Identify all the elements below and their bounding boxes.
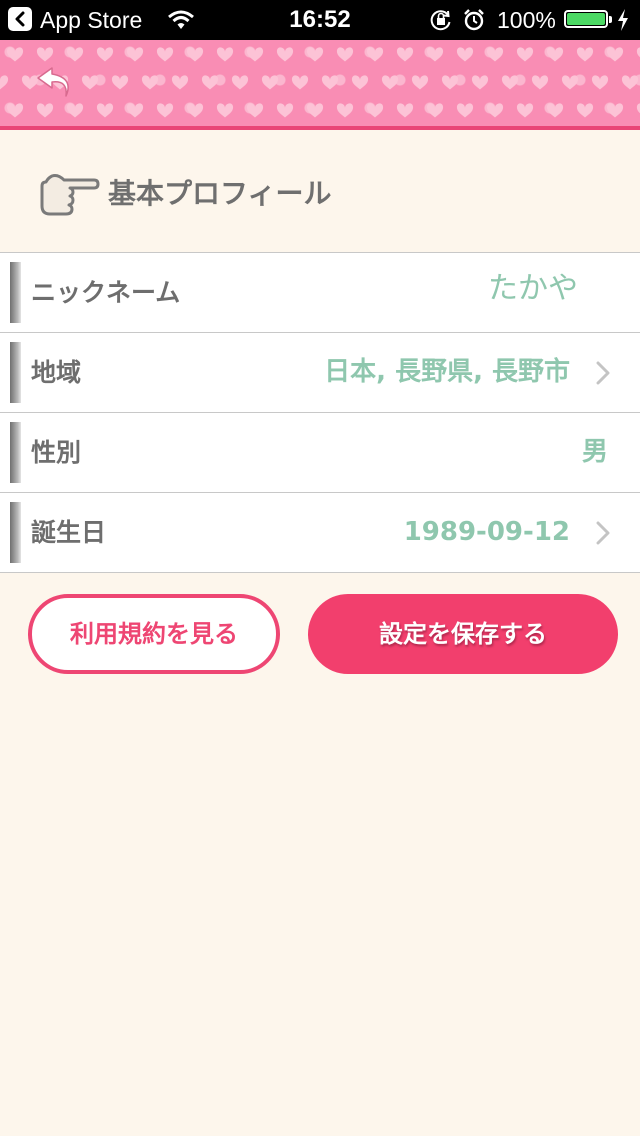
heart-decoration: [606, 47, 624, 62]
heart-decoration: [441, 75, 459, 90]
heart-decoration: [36, 47, 54, 62]
heart-decoration: [321, 75, 339, 90]
heart-decoration: [336, 47, 354, 62]
heart-decoration: [351, 75, 369, 90]
heart-decoration: [306, 103, 324, 118]
heart-decoration: [396, 47, 414, 62]
region-value: 日本, 長野県, 長野市: [324, 357, 570, 387]
heart-decoration: [396, 103, 414, 118]
heart-decoration: [6, 103, 24, 118]
heart-decoration: [141, 75, 159, 90]
heart-decoration: [501, 75, 519, 90]
birthday-row[interactable]: 誕生日 1989-09-12: [0, 493, 640, 573]
save-settings-button[interactable]: 設定を保存する: [308, 594, 618, 674]
heart-decoration: [171, 75, 189, 90]
heart-decoration: [486, 47, 504, 62]
orientation-lock-icon: [430, 10, 451, 31]
battery-percent: 100%: [497, 7, 556, 33]
alarm-icon: [464, 9, 484, 31]
battery-icon: [564, 10, 612, 28]
heart-decoration: [546, 103, 564, 118]
heart-decoration: [426, 103, 444, 118]
heart-decoration: [366, 103, 384, 118]
heart-decoration: [261, 75, 279, 90]
battery-fill: [567, 13, 605, 25]
heart-decoration: [591, 75, 609, 90]
heart-decoration: [96, 103, 114, 118]
heart-decoration: [186, 103, 204, 118]
heart-decoration: [291, 75, 309, 90]
nickname-value[interactable]: たかや: [488, 270, 578, 308]
heart-decoration: [516, 47, 534, 62]
row-marker: [10, 422, 21, 483]
back-button[interactable]: [30, 62, 82, 106]
heart-decoration: [246, 47, 264, 62]
birthday-label: 誕生日: [31, 518, 107, 547]
header-bar: [0, 40, 640, 130]
heart-pattern: [0, 47, 640, 118]
gender-row[interactable]: 性別 男: [0, 413, 640, 493]
heart-decoration: [6, 47, 24, 62]
heart-decoration: [201, 75, 219, 90]
heart-decoration: [216, 47, 234, 62]
heart-decoration: [126, 103, 144, 118]
row-marker: [10, 262, 21, 323]
return-arrow-icon[interactable]: [30, 62, 82, 106]
heart-decoration: [576, 103, 594, 118]
heart-decoration: [96, 47, 114, 62]
heart-decoration: [561, 75, 579, 90]
nickname-label: ニックネーム: [31, 278, 181, 307]
heart-decoration: [0, 75, 9, 90]
pointing-hand-icon: [40, 174, 100, 216]
heart-decoration: [456, 47, 474, 62]
heart-decoration: [426, 47, 444, 62]
heart-decoration: [156, 103, 174, 118]
heart-decoration: [411, 75, 429, 90]
row-marker: [10, 502, 21, 563]
heart-decoration: [246, 103, 264, 118]
heart-decoration: [216, 103, 234, 118]
birthday-value: 1989-09-12: [403, 517, 570, 547]
chevron-right-icon[interactable]: [596, 361, 610, 385]
heart-decoration: [381, 75, 399, 90]
heart-decoration: [126, 47, 144, 62]
heart-decoration: [306, 47, 324, 62]
heart-decoration: [486, 103, 504, 118]
heart-decoration: [606, 103, 624, 118]
heart-decoration: [276, 47, 294, 62]
heart-decoration: [66, 47, 84, 62]
heart-decoration: [336, 103, 354, 118]
view-terms-button[interactable]: 利用規約を見る: [28, 594, 280, 674]
heart-decoration: [621, 75, 639, 90]
heart-decoration: [531, 75, 549, 90]
section-title: 基本プロフィール: [108, 177, 332, 210]
region-row[interactable]: 地域 日本, 長野県, 長野市: [0, 333, 640, 413]
row-marker: [10, 342, 21, 403]
heart-decoration: [366, 47, 384, 62]
chevron-right-icon[interactable]: [596, 521, 610, 545]
heart-decoration: [456, 103, 474, 118]
status-bar: App Store 16:52 100%: [0, 0, 640, 40]
section-header: 基本プロフィール: [0, 130, 640, 252]
heart-decoration: [186, 47, 204, 62]
heart-decoration: [516, 103, 534, 118]
heart-decoration: [111, 75, 129, 90]
profile-list: ニックネーム たかや 地域 日本, 長野県, 長野市 性別 男 誕生日 1989…: [0, 252, 640, 573]
heart-decoration: [276, 103, 294, 118]
nickname-row[interactable]: ニックネーム たかや: [0, 253, 640, 333]
heart-decoration: [576, 47, 594, 62]
charging-bolt-icon: [618, 9, 628, 31]
heart-decoration: [156, 47, 174, 62]
gender-value: 男: [581, 437, 608, 467]
heart-decoration: [546, 47, 564, 62]
region-label: 地域: [31, 358, 82, 387]
heart-decoration: [81, 75, 99, 90]
heart-decoration: [471, 75, 489, 90]
heart-decoration: [231, 75, 249, 90]
gender-label: 性別: [31, 438, 82, 467]
